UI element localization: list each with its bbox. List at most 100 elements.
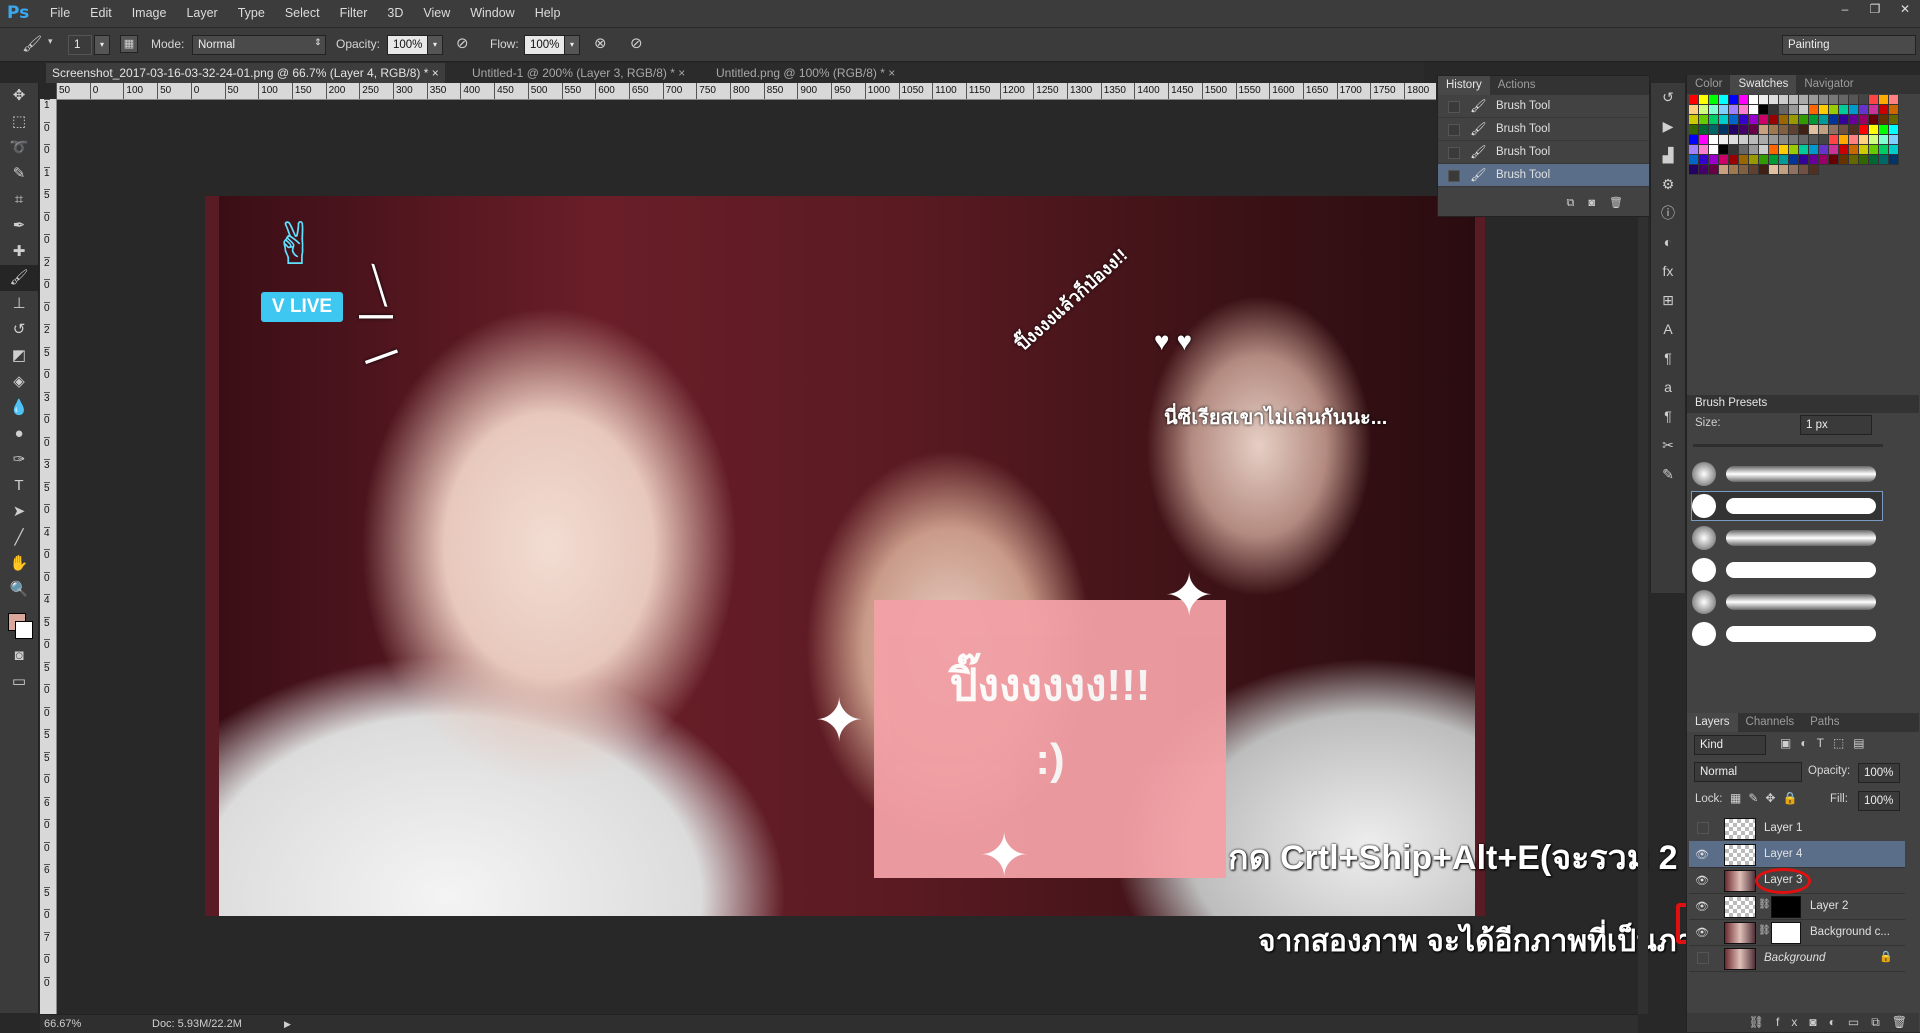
document-canvas[interactable]: ✌ V LIVE ╲ — — ปิ๊งงงงแล้วก็ป่องง!! นี่ซ… <box>205 196 1485 916</box>
swatch[interactable] <box>1889 115 1899 125</box>
swatch[interactable] <box>1769 135 1779 145</box>
swatch[interactable] <box>1799 125 1809 135</box>
swatch[interactable] <box>1799 115 1809 125</box>
swatch[interactable] <box>1749 155 1759 165</box>
swatch[interactable] <box>1729 115 1739 125</box>
menu-window[interactable]: Window <box>460 0 524 27</box>
swatch[interactable] <box>1799 165 1809 175</box>
tab-history[interactable]: History <box>1438 76 1490 95</box>
brush-panel-icon[interactable]: ✎ <box>1651 460 1685 489</box>
menu-image[interactable]: Image <box>122 0 177 27</box>
swatch[interactable] <box>1749 165 1759 175</box>
swatch[interactable] <box>1729 125 1739 135</box>
image-filter-icon[interactable]: ▣ <box>1780 736 1800 750</box>
swatch[interactable] <box>1819 105 1829 115</box>
swatch[interactable] <box>1769 95 1779 105</box>
adjustments-icon[interactable]: ◐ <box>1651 228 1685 257</box>
layer-row-layer-1[interactable]: Layer 1 <box>1689 815 1905 842</box>
path-selection-tool-icon[interactable]: ➤ <box>0 499 38 525</box>
swatch[interactable] <box>1739 125 1749 135</box>
swatch[interactable] <box>1759 105 1769 115</box>
visibility-toggle-off[interactable] <box>1697 952 1709 964</box>
swatch[interactable] <box>1689 165 1699 175</box>
swatch[interactable] <box>1839 115 1849 125</box>
type-filter-icon[interactable]: T <box>1817 736 1833 750</box>
swatch[interactable] <box>1859 125 1869 135</box>
tab-screenshot[interactable]: Screenshot_2017-03-16-03-32-24-01.png @ … <box>46 63 445 83</box>
swatch[interactable] <box>1769 145 1779 155</box>
layer-mask-thumbnail[interactable] <box>1771 922 1801 944</box>
chain-link-icon[interactable]: ⛓ <box>1758 925 1771 936</box>
swatch[interactable] <box>1799 135 1809 145</box>
swatch[interactable] <box>1739 165 1749 175</box>
swatch[interactable] <box>1849 125 1859 135</box>
workspace-select[interactable]: Painting <box>1782 35 1916 55</box>
layer-opacity-input[interactable]: 100% <box>1858 763 1900 783</box>
swatch[interactable] <box>1699 165 1709 175</box>
layer-style-icon[interactable]: fx <box>1776 1015 1809 1029</box>
swatch[interactable] <box>1879 145 1889 155</box>
swatch[interactable] <box>1879 95 1889 105</box>
document-size[interactable]: Doc: 5.93M/22.2M <box>152 1015 242 1033</box>
swatch[interactable] <box>1739 155 1749 165</box>
swatch[interactable] <box>1829 145 1839 155</box>
swatch[interactable] <box>1689 135 1699 145</box>
menu-edit[interactable]: Edit <box>80 0 122 27</box>
menu-file[interactable]: File <box>40 0 80 27</box>
add-mask-icon[interactable]: ◙ <box>1809 1015 1828 1029</box>
swatch[interactable] <box>1699 105 1709 115</box>
swatch[interactable] <box>1829 135 1839 145</box>
brush-preset[interactable] <box>1692 556 1882 584</box>
tool-presets-icon[interactable]: ✂ <box>1651 431 1685 460</box>
menu-help[interactable]: Help <box>525 0 571 27</box>
swatch[interactable] <box>1709 95 1719 105</box>
tab-close-icon[interactable]: × <box>678 66 685 80</box>
swatch[interactable] <box>1699 135 1709 145</box>
swatches-grid[interactable] <box>1689 95 1905 175</box>
mode-select[interactable]: Normal <box>192 35 326 55</box>
tab-close-icon[interactable]: × <box>432 66 439 80</box>
layer-mask-thumbnail[interactable] <box>1771 896 1801 918</box>
swatch[interactable] <box>1719 115 1729 125</box>
swatch[interactable] <box>1889 155 1899 165</box>
layer-blend-mode-select[interactable]: Normal <box>1694 762 1802 782</box>
swatch[interactable] <box>1829 95 1839 105</box>
brush-tool-icon[interactable]: 🖌 <box>22 34 42 54</box>
character-styles-icon[interactable]: a <box>1651 373 1685 402</box>
swatch[interactable] <box>1729 155 1739 165</box>
swatch[interactable] <box>1769 155 1779 165</box>
eye-icon[interactable]: 👁 <box>1695 926 1709 939</box>
swatch[interactable] <box>1879 115 1889 125</box>
history-item-selected[interactable]: 🖌 Brush Tool <box>1438 164 1649 187</box>
line-tool-icon[interactable]: ╱ <box>0 525 38 551</box>
swatch[interactable] <box>1829 105 1839 115</box>
swatch[interactable] <box>1719 105 1729 115</box>
swatch[interactable] <box>1709 145 1719 155</box>
swatch[interactable] <box>1709 105 1719 115</box>
paint-bucket-tool-icon[interactable]: ◈ <box>0 369 38 395</box>
tab-swatches[interactable]: Swatches <box>1730 75 1797 94</box>
layer-name[interactable]: Layer 2 <box>1810 893 1848 919</box>
swatch[interactable] <box>1839 145 1849 155</box>
swatch[interactable] <box>1749 105 1759 115</box>
clone-stamp-tool-icon[interactable]: ⊥ <box>0 291 38 317</box>
new-group-icon[interactable]: ▭ <box>1848 1015 1871 1029</box>
brush-preset[interactable] <box>1692 588 1882 616</box>
swatch[interactable] <box>1689 115 1699 125</box>
swatch[interactable] <box>1779 135 1789 145</box>
swatch[interactable] <box>1839 125 1849 135</box>
swatch[interactable] <box>1849 105 1859 115</box>
swatch[interactable] <box>1849 95 1859 105</box>
swatch[interactable] <box>1819 155 1829 165</box>
swatch[interactable] <box>1729 95 1739 105</box>
swatch[interactable] <box>1699 125 1709 135</box>
history-item[interactable]: 🖌 Brush Tool <box>1438 118 1649 141</box>
swatch[interactable] <box>1759 145 1769 155</box>
swatch[interactable] <box>1859 155 1869 165</box>
brush-preset-selected[interactable] <box>1691 491 1883 521</box>
pressure-opacity-icon[interactable]: ⊘ <box>456 34 469 52</box>
layer-row-layer-2[interactable]: 👁 ⛓ Layer 2 <box>1689 893 1905 920</box>
swatch[interactable] <box>1869 95 1879 105</box>
swatch[interactable] <box>1779 145 1789 155</box>
layer-row-layer-4[interactable]: 👁 Layer 4 <box>1689 841 1905 868</box>
